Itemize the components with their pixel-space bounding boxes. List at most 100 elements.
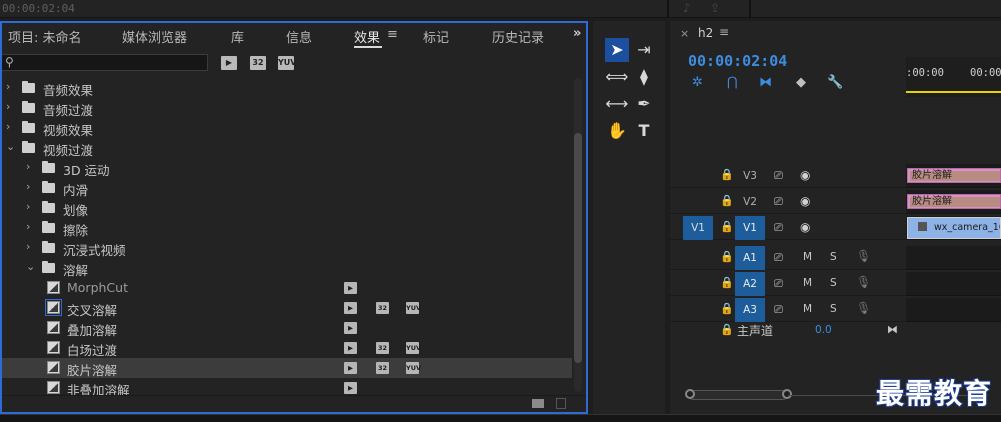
effect-item[interactable]: 白场过渡 ▶ 32 YUV	[2, 338, 572, 358]
mute-button[interactable]: M	[803, 251, 812, 263]
tab-media-browser[interactable]: 媒体浏览器	[122, 27, 187, 46]
track-target[interactable]: A2	[735, 272, 765, 296]
solo-button[interactable]: S	[830, 277, 837, 289]
video-clip[interactable]: wx_camera_164	[907, 217, 1001, 239]
audio-track-lane[interactable]	[906, 298, 1001, 322]
zoom-handle-left[interactable]	[685, 389, 695, 399]
chevron-right-icon[interactable]: ›	[26, 160, 30, 173]
32bit-filter-icon[interactable]: 32	[250, 56, 266, 70]
mic-icon[interactable]: 🎙	[856, 301, 871, 315]
linked-selection-icon[interactable]: ⧓	[759, 75, 772, 90]
tree-folder[interactable]: ⌄ 溶解	[2, 258, 572, 278]
effect-item[interactable]: 胶片溶解 ▶ 32 YUV	[2, 358, 572, 378]
ripple-edit-tool-icon[interactable]: ⟺	[605, 65, 629, 89]
track-target[interactable]: A1	[735, 246, 765, 270]
chevron-right-icon[interactable]: ›	[26, 220, 30, 233]
sync-lock-icon[interactable]: ⎚	[774, 195, 783, 209]
tab-libraries[interactable]: 库	[231, 27, 244, 46]
source-patch[interactable]: V1	[683, 216, 713, 240]
hand-tool-icon[interactable]: ✋	[605, 119, 629, 143]
tree-folder[interactable]: › 3D 运动	[2, 158, 572, 178]
wrench-icon[interactable]: 🔧	[827, 75, 843, 90]
chevron-right-icon[interactable]: ›	[26, 240, 30, 253]
sync-lock-icon[interactable]: ⎚	[774, 303, 783, 317]
sync-lock-icon[interactable]: ⎚	[774, 277, 783, 291]
chevron-right-icon[interactable]: ›	[6, 80, 10, 93]
tree-folder[interactable]: › 擦除	[2, 218, 572, 238]
eye-icon[interactable]: ◉	[800, 220, 810, 234]
tree-folder[interactable]: › 内滑	[2, 178, 572, 198]
tree-folder[interactable]: › 音频效果	[2, 78, 572, 98]
lock-icon[interactable]: 🔒	[720, 276, 734, 289]
track-select-tool-icon[interactable]: ⇥	[632, 38, 656, 62]
tab-info[interactable]: 信息	[286, 27, 312, 46]
sync-lock-icon[interactable]: ⎚	[774, 251, 783, 265]
chevron-right-icon[interactable]: ›	[6, 120, 10, 133]
chevron-right-icon[interactable]: ›	[26, 180, 30, 193]
close-icon[interactable]: ×	[680, 27, 689, 40]
tree-folder[interactable]: › 沉浸式视频	[2, 238, 572, 258]
nest-icon[interactable]: ✲	[692, 75, 703, 90]
mute-button[interactable]: M	[803, 303, 812, 315]
tree-folder[interactable]: ⌄ 视频过渡	[2, 138, 572, 158]
search-input[interactable]: ⚲	[2, 54, 208, 71]
new-bin-icon[interactable]	[532, 399, 544, 408]
lock-icon[interactable]: 🔒	[720, 323, 734, 336]
mute-button[interactable]: M	[803, 277, 812, 289]
horizontal-zoom-scrollbar[interactable]	[685, 389, 792, 400]
tree-folder[interactable]: › 视频效果	[2, 118, 572, 138]
track-target[interactable]: V1	[735, 216, 765, 240]
tab-effects[interactable]: 效果	[354, 27, 380, 46]
chevron-down-icon[interactable]: ⌄	[26, 260, 35, 273]
master-volume[interactable]: 0.0	[815, 324, 832, 336]
razor-tool-icon[interactable]: ⧫	[632, 65, 656, 89]
chevron-right-icon[interactable]: ›	[26, 200, 30, 213]
eye-icon[interactable]: ◉	[800, 194, 810, 208]
audio-track-lane[interactable]	[906, 272, 1001, 296]
mic-icon[interactable]: 🎙	[856, 249, 871, 263]
work-area-bar[interactable]	[906, 91, 1001, 93]
selection-tool-icon[interactable]: ➤	[605, 38, 629, 62]
transition-clip[interactable]: 胶片溶解	[907, 194, 1001, 209]
slip-tool-icon[interactable]: ⟷	[605, 92, 629, 116]
solo-button[interactable]: S	[830, 251, 837, 263]
delete-icon[interactable]	[556, 398, 566, 409]
tree-folder[interactable]: › 音频过渡	[2, 98, 572, 118]
effect-item[interactable]: 交叉溶解 ▶ 32 YUV	[2, 298, 572, 318]
solo-button[interactable]: S	[830, 303, 837, 315]
sequence-menu-icon[interactable]: ≡	[719, 25, 729, 39]
lock-icon[interactable]: 🔒	[720, 220, 734, 233]
tab-history[interactable]: 历史记录	[492, 27, 544, 46]
more-panels-icon[interactable]: »	[573, 26, 581, 41]
eye-icon[interactable]: ◉	[800, 168, 810, 182]
playhead-timecode[interactable]: 00:00:02:04	[688, 52, 787, 70]
add-marker-icon[interactable]: ◆	[796, 75, 806, 90]
sync-lock-icon[interactable]: ⎚	[774, 221, 783, 235]
yuv-filter-icon[interactable]: YUV	[278, 56, 296, 70]
track-target[interactable]: V3	[735, 164, 765, 188]
effect-item[interactable]: 叠加溶解 ▶	[2, 318, 572, 338]
tab-markers[interactable]: 标记	[423, 27, 449, 46]
tab-project[interactable]: 项目: 未命名	[8, 27, 82, 46]
mic-icon[interactable]: 🎙	[856, 275, 871, 289]
audio-track-lane[interactable]	[906, 246, 1001, 270]
time-ruler[interactable]: :00:00 00:00	[906, 57, 1001, 97]
sync-lock-icon[interactable]: ⎚	[774, 169, 783, 183]
lock-icon[interactable]: 🔒	[720, 194, 734, 207]
lock-icon[interactable]: 🔒	[720, 302, 734, 315]
chevron-right-icon[interactable]: ›	[6, 100, 10, 113]
accelerated-effects-filter-icon[interactable]: ▶	[221, 56, 237, 70]
type-tool-icon[interactable]: T	[632, 119, 656, 143]
snap-icon[interactable]: ⋂	[727, 75, 738, 90]
lock-icon[interactable]: 🔒	[720, 250, 734, 263]
go-to-end-icon[interactable]: ⧓	[887, 323, 898, 336]
transition-clip[interactable]: 胶片溶解	[907, 168, 1001, 183]
sequence-tab[interactable]: h2	[698, 26, 713, 40]
lock-icon[interactable]: 🔒	[720, 168, 734, 181]
tree-folder[interactable]: › 划像	[2, 198, 572, 218]
chevron-down-icon[interactable]: ⌄	[6, 140, 15, 153]
tab-menu-icon[interactable]: ≡	[387, 27, 398, 42]
pen-tool-icon[interactable]: ✒	[632, 92, 656, 116]
zoom-handle-right[interactable]	[782, 389, 792, 399]
effect-item[interactable]: MorphCut ▶	[2, 278, 572, 298]
